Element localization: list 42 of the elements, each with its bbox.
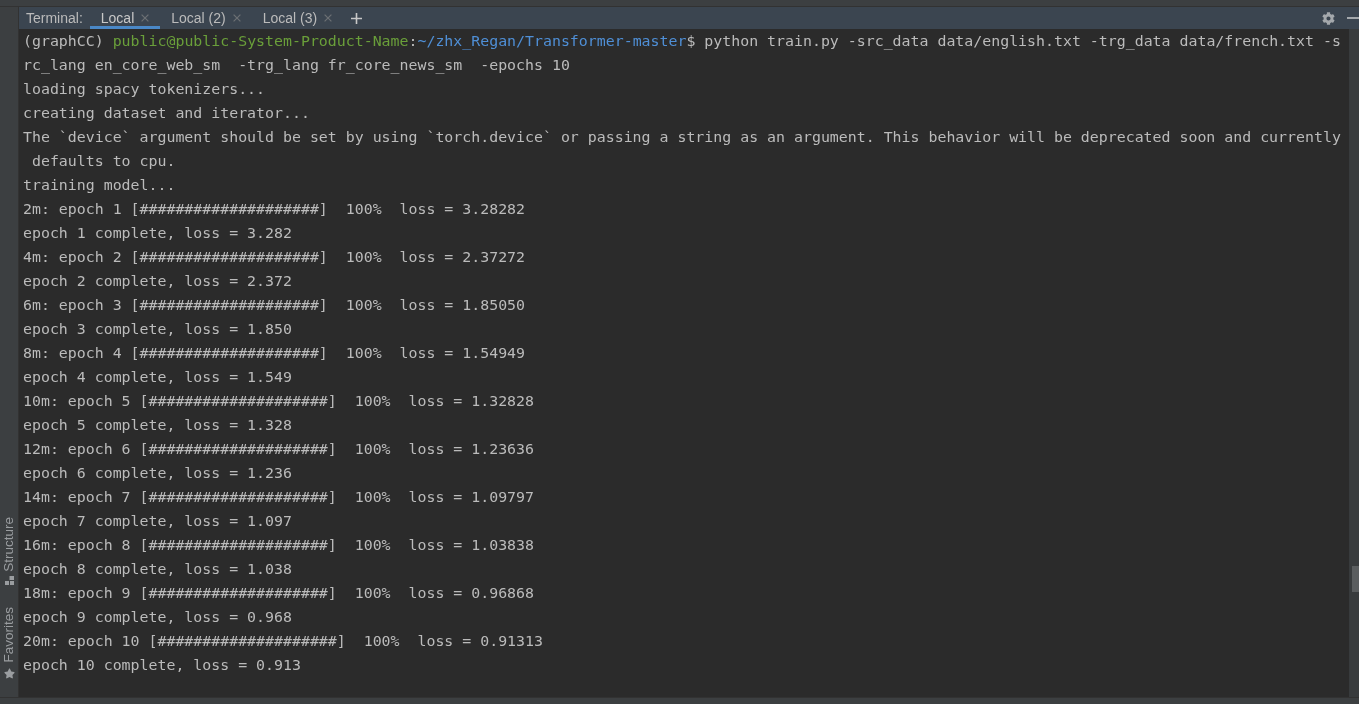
terminal-line: 18m: epoch 9 [####################] 100% loss = 0.96868 bbox=[23, 583, 535, 604]
terminal-tab[interactable]: Local (2) bbox=[160, 7, 252, 29]
terminal-line: epoch 1 complete, loss = 3.282 bbox=[23, 223, 293, 244]
terminal-line: training model... bbox=[23, 175, 177, 196]
terminal-tab[interactable]: Local bbox=[89, 7, 161, 29]
terminal-line: 6m: epoch 3 [####################] 100% loss = 1.85050 bbox=[23, 295, 527, 316]
terminal-line: epoch 9 complete, loss = 0.968 bbox=[23, 607, 293, 628]
terminal-line: (graphCC) public@public-System-Product-Name:~/zhx_Regan/Transformer-master$ python train.py -src_data data/english.txt -trg_data data/french.txt -s bbox=[23, 31, 1342, 52]
terminal-tab[interactable]: Local (3) bbox=[251, 7, 344, 29]
terminal-line: 8m: epoch 4 [####################] 100% loss = 1.54949 bbox=[23, 343, 527, 364]
terminal-line: epoch 6 complete, loss = 1.236 bbox=[23, 463, 293, 484]
terminal-line: epoch 2 complete, loss = 2.372 bbox=[23, 271, 293, 292]
scrollbar-thumb[interactable] bbox=[1352, 566, 1359, 592]
star-icon bbox=[3, 668, 15, 679]
minimize-icon[interactable] bbox=[1347, 17, 1359, 19]
panel-title: Terminal: bbox=[25, 9, 84, 28]
terminal-line: 4m: epoch 2 [####################] 100% loss = 2.37272 bbox=[23, 247, 527, 268]
terminal-line: loading spacy tokenizers... bbox=[23, 79, 267, 100]
terminal-line: defaults to cpu. bbox=[30, 151, 177, 172]
terminal-line: rc_lang en_core_web_sm -trg_lang fr_core_news_sm -epochs 10 bbox=[23, 55, 571, 76]
terminal-line: 2m: epoch 1 [####################] 100% loss = 3.28282 bbox=[23, 199, 527, 220]
terminal-line: creating dataset and iterator... bbox=[23, 103, 311, 124]
terminal-line: 20m: epoch 10 [####################] 100% loss = 0.91313 bbox=[23, 631, 544, 652]
structure-icon bbox=[4, 576, 14, 586]
close-icon[interactable] bbox=[232, 14, 241, 22]
terminal-line: epoch 4 complete, loss = 1.549 bbox=[23, 367, 293, 388]
terminal-line: epoch 3 complete, loss = 1.850 bbox=[23, 319, 293, 340]
terminal-line: 10m: epoch 5 [####################] 100% loss = 1.32828 bbox=[23, 391, 535, 412]
add-icon[interactable] bbox=[351, 12, 363, 24]
close-icon[interactable] bbox=[324, 14, 333, 22]
terminal-line: epoch 5 complete, loss = 1.328 bbox=[23, 415, 293, 436]
terminal-line: The `device` argument should be set by using `torch.device` or passing a string as an argument. This behavior will be deprecated soon and currently bbox=[23, 127, 1342, 148]
settings-icon[interactable] bbox=[1322, 11, 1335, 25]
close-icon[interactable] bbox=[141, 14, 150, 22]
terminal-line: epoch 8 complete, loss = 1.038 bbox=[23, 559, 293, 580]
side-tool-tab[interactable]: Structure bbox=[2, 516, 16, 586]
terminal-line: epoch 7 complete, loss = 1.097 bbox=[23, 511, 293, 532]
terminal-line: 14m: epoch 7 [####################] 100% loss = 1.09797 bbox=[23, 487, 535, 508]
side-tool-tab[interactable]: Favorites bbox=[2, 607, 16, 679]
terminal-line: epoch 10 complete, loss = 0.913 bbox=[23, 655, 302, 676]
terminal-line: 16m: epoch 8 [####################] 100% loss = 1.03838 bbox=[23, 535, 535, 556]
terminal-line: 12m: epoch 6 [####################] 100% loss = 1.23636 bbox=[23, 439, 535, 460]
